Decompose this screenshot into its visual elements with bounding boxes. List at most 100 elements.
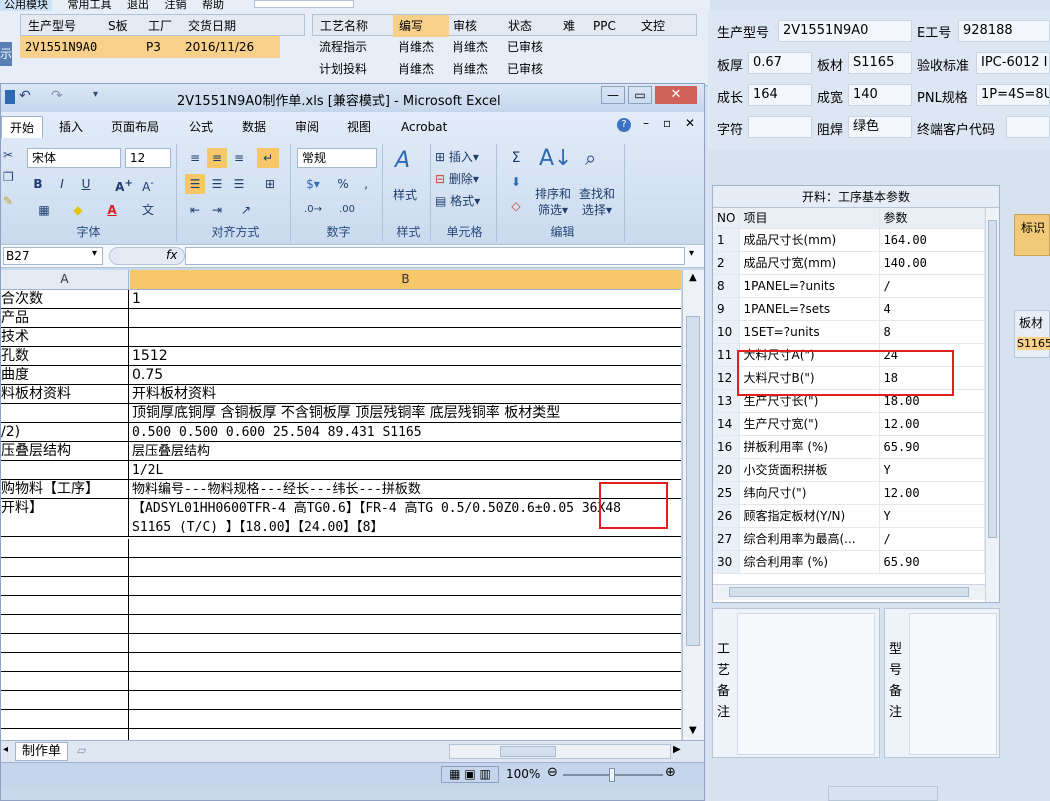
- tab-insert[interactable]: 插入: [59, 116, 83, 138]
- sheet-tab[interactable]: 制作单: [15, 742, 69, 761]
- sheet-row[interactable]: 技术: [1, 328, 681, 347]
- sheet-hscroll[interactable]: [449, 744, 671, 759]
- sheet-row-empty[interactable]: [1, 653, 681, 672]
- sheet-row[interactable]: 曲度 0.75: [1, 366, 681, 385]
- side-tab-fragment[interactable]: 示: [0, 42, 12, 66]
- cell-a[interactable]: [1, 634, 129, 652]
- sort-filter-icon[interactable]: A↓: [539, 146, 572, 171]
- find-select-button[interactable]: 查找和 选择▾: [579, 186, 615, 218]
- help-icon[interactable]: ?: [617, 118, 631, 132]
- format-cells-button[interactable]: ▤ 格式▾: [435, 192, 480, 209]
- sheet-row[interactable]: 压叠层结构 层压叠层结构: [1, 442, 681, 461]
- eno-field[interactable]: 928188: [958, 20, 1050, 42]
- cell-a[interactable]: [1, 404, 129, 422]
- customer-code-field[interactable]: [1006, 116, 1050, 138]
- scroll-thumb[interactable]: [988, 220, 997, 538]
- fill-icon[interactable]: ⬇: [505, 172, 527, 192]
- scroll-thumb[interactable]: [686, 316, 700, 646]
- cell-b[interactable]: 1: [132, 290, 141, 309]
- legend-field[interactable]: [748, 116, 812, 138]
- tag-panel[interactable]: 标识: [1014, 214, 1050, 256]
- col-header[interactable]: PPC: [593, 15, 616, 37]
- pnl-spec-field[interactable]: 1P=4S=8U: [976, 84, 1050, 106]
- sheet-row[interactable]: 孔数 1512: [1, 347, 681, 366]
- col-header[interactable]: 文控: [641, 15, 665, 37]
- scroll-down-icon[interactable]: ▼: [689, 725, 697, 736]
- phonetic-icon[interactable]: 文: [133, 200, 163, 220]
- param-row[interactable]: 2 成品尺寸宽(mm) 140.00: [713, 251, 985, 275]
- cell-a[interactable]: [1, 518, 129, 536]
- tab-formulas[interactable]: 公式: [189, 116, 213, 138]
- percent-icon[interactable]: %: [333, 174, 353, 194]
- param-row[interactable]: 10 1SET=?units 8: [713, 320, 985, 344]
- cell-a[interactable]: 技术: [1, 328, 129, 346]
- close-button[interactable]: ✕: [655, 86, 697, 104]
- cell-b[interactable]: 1/2L: [132, 461, 163, 480]
- align-left-icon[interactable]: ☰: [185, 174, 205, 194]
- menu-item[interactable]: 公用模块: [0, 0, 52, 11]
- menu-item[interactable]: 退出: [127, 0, 149, 11]
- ribbon-restore-icon[interactable]: ▫: [663, 116, 671, 130]
- cell-a[interactable]: 孔数: [1, 347, 129, 365]
- type-remark-textarea[interactable]: [909, 613, 997, 755]
- maximize-button[interactable]: ▭: [628, 86, 652, 104]
- sheet-row[interactable]: 产品: [1, 309, 681, 328]
- cell-b[interactable]: 【ADSYL01HH0600TFR-4 高TG0.6】【FR-4 高TG 0.5…: [132, 499, 621, 518]
- cell-b[interactable]: 顶铜厚底铜厚 含铜板厚 不含铜板厚 顶层残铜率 底层残铜率 板材类型: [132, 404, 560, 423]
- sheet-row-empty[interactable]: [1, 615, 681, 634]
- view-mode-buttons[interactable]: ▦ ▣ ▥: [441, 766, 499, 783]
- order-grid-row[interactable]: 2V1551N9A0 P3 2016/11/26: [20, 36, 280, 58]
- col-header[interactable]: 生产型号: [28, 15, 76, 37]
- sheet-row[interactable]: /2) 0.500 0.500 0.600 25.504 89.431 S1165: [1, 423, 681, 442]
- col-header-no[interactable]: NO: [713, 208, 740, 229]
- sheet-row[interactable]: 顶铜厚底铜厚 含铜板厚 不含铜板厚 顶层残铜率 底层残铜率 板材类型: [1, 404, 681, 423]
- material-value[interactable]: S1165: [1017, 337, 1050, 350]
- param-row[interactable]: 16 拼板利用率 (%) 65.90: [713, 435, 985, 459]
- col-header-item[interactable]: 项目: [739, 208, 880, 229]
- material-field[interactable]: S1165: [848, 52, 912, 74]
- cell-a[interactable]: [1, 615, 129, 633]
- expand-formula-icon[interactable]: ▾: [689, 248, 694, 259]
- cell-a[interactable]: 曲度: [1, 366, 129, 384]
- clear-icon[interactable]: ◇: [505, 196, 527, 216]
- increase-indent-icon[interactable]: ⇥: [207, 200, 227, 220]
- app-search-box[interactable]: [254, 0, 354, 8]
- col-header[interactable]: 工厂: [148, 15, 172, 37]
- column-header-b[interactable]: B: [130, 270, 681, 289]
- name-box[interactable]: B27: [3, 247, 103, 265]
- sheet-row[interactable]: 料板材资料 开料板材资料: [1, 385, 681, 404]
- tab-data[interactable]: 数据: [242, 116, 266, 138]
- sheet-row[interactable]: 开料】 【ADSYL01HH0600TFR-4 高TG0.6】【FR-4 高TG …: [1, 499, 681, 518]
- sheet-row-empty[interactable]: [1, 691, 681, 710]
- cell-a[interactable]: [1, 596, 129, 614]
- sheet-row-empty[interactable]: [1, 672, 681, 691]
- param-row[interactable]: 20 小交货面积拼板 Y: [713, 458, 985, 482]
- formula-input[interactable]: [185, 247, 685, 265]
- merge-cells-icon[interactable]: ⊞: [257, 174, 283, 194]
- param-hscroll[interactable]: [713, 584, 985, 600]
- redo-icon[interactable]: ↷: [51, 88, 63, 104]
- ribbon-minimize-icon[interactable]: –: [643, 116, 649, 130]
- sheet-row-empty[interactable]: [1, 634, 681, 653]
- format-painter-icon[interactable]: ✎: [3, 194, 13, 208]
- cell-b[interactable]: 开料板材资料: [132, 385, 216, 404]
- col-header[interactable]: 交货日期: [188, 15, 236, 37]
- cell-b[interactable]: S1165 (T/C) 】【18.00】【24.00】【8】: [132, 518, 384, 537]
- col-header[interactable]: 状态: [508, 15, 532, 37]
- cell-a[interactable]: 合次数: [1, 290, 129, 308]
- align-middle-icon[interactable]: ≡: [207, 148, 227, 168]
- soldermask-field[interactable]: 绿色: [848, 116, 912, 138]
- qat-dropdown-icon[interactable]: ▾: [93, 89, 98, 100]
- decrease-decimal-icon[interactable]: .00: [333, 200, 361, 220]
- scroll-thumb[interactable]: [729, 587, 969, 597]
- cell-b[interactable]: 1512: [132, 347, 168, 366]
- align-right-icon[interactable]: ☰: [229, 174, 249, 194]
- sheet-row-empty[interactable]: [1, 558, 681, 577]
- undo-icon[interactable]: ↶: [19, 88, 31, 104]
- menu-item[interactable]: 帮助: [202, 0, 224, 11]
- process-remark-box[interactable]: 工艺备注: [712, 608, 880, 758]
- cell-a[interactable]: [1, 691, 129, 709]
- param-row[interactable]: 14 生产尺寸宽(") 12.00: [713, 412, 985, 436]
- bottom-scrollbar[interactable]: [828, 786, 938, 801]
- align-center-icon[interactable]: ☰: [207, 174, 227, 194]
